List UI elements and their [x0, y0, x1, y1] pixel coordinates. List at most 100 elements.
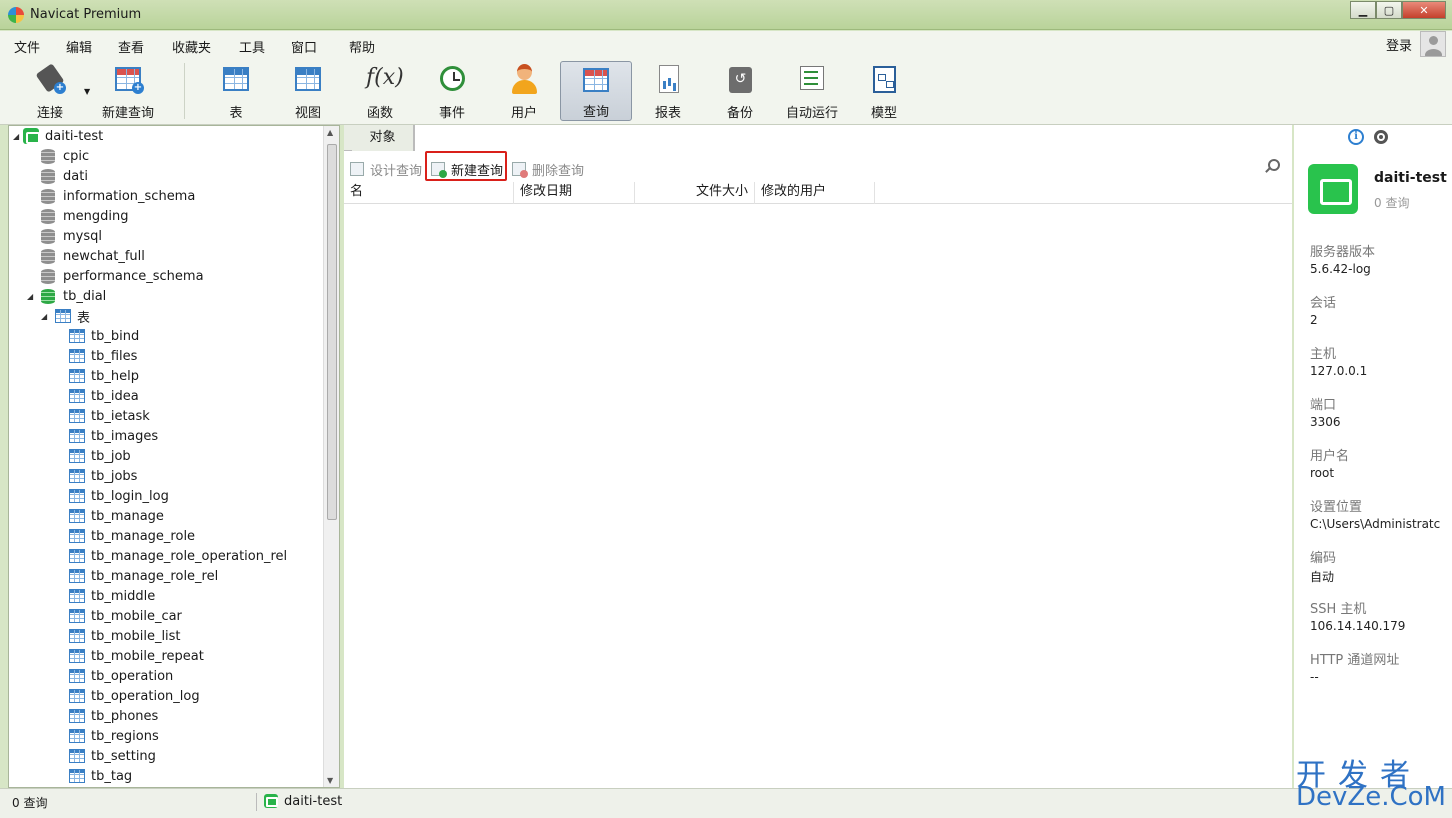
tree-table-item[interactable]: tb_manage_role_rel: [69, 566, 218, 586]
eye-icon[interactable]: [1374, 130, 1388, 144]
menu-help[interactable]: 帮助: [349, 37, 375, 56]
table-icon: [69, 369, 85, 383]
tree-table-item[interactable]: tb_job: [69, 446, 131, 466]
menu-favorites[interactable]: 收藏夹: [172, 37, 211, 56]
session-label: 会话: [1310, 296, 1337, 311]
view-button[interactable]: 视图: [272, 61, 344, 121]
model-button[interactable]: 模型: [848, 61, 920, 121]
avatar-icon[interactable]: [1420, 31, 1446, 57]
collapse-arrow-icon[interactable]: ◢: [27, 292, 41, 301]
delete-query-button[interactable]: 删除查询: [512, 159, 584, 179]
query-button[interactable]: 查询: [560, 61, 632, 121]
new-query-toolbar-button[interactable]: + 新建查询: [92, 61, 164, 121]
port-value: 3306: [1310, 415, 1341, 429]
tree-table-item[interactable]: tb_jobs: [69, 466, 137, 486]
collapse-arrow-icon[interactable]: ◢: [13, 132, 23, 141]
scroll-down-icon[interactable]: ▼: [327, 776, 333, 785]
database-icon: [41, 208, 55, 224]
menu-view[interactable]: 查看: [118, 37, 144, 56]
ssh-host-value: 106.14.140.179: [1310, 619, 1406, 633]
scroll-thumb[interactable]: [327, 144, 337, 520]
tree-table-item[interactable]: tb_images: [69, 426, 158, 446]
tree-table-item[interactable]: tb_operation: [69, 666, 173, 686]
session-value: 2: [1310, 313, 1318, 327]
auto-run-button[interactable]: 自动运行: [776, 61, 848, 121]
tree-table-item[interactable]: tb_files: [69, 346, 137, 366]
tree-database[interactable]: information_schema: [41, 186, 195, 206]
tree-table-item[interactable]: tb_manage_role_operation_rel: [69, 546, 287, 566]
table-icon: [69, 329, 85, 343]
menu-tools[interactable]: 工具: [239, 37, 265, 56]
connect-dropdown-icon[interactable]: ▼: [84, 87, 90, 96]
tree-table-item[interactable]: tb_regions: [69, 726, 159, 746]
tree-table-item[interactable]: tb_setting: [69, 746, 156, 766]
collapse-arrow-icon[interactable]: ◢: [41, 312, 55, 321]
report-button[interactable]: 报表: [632, 61, 704, 121]
table-icon: [69, 589, 85, 603]
database-icon: [41, 228, 55, 244]
tree-table-item[interactable]: tb_bind: [69, 326, 139, 346]
tab-objects[interactable]: 对象: [352, 125, 414, 151]
maximize-button[interactable]: ▢: [1376, 1, 1402, 19]
highlight-box: [425, 151, 507, 181]
tree-scrollbar[interactable]: ▲ ▼: [323, 126, 339, 787]
tree-database[interactable]: cpic: [41, 146, 89, 166]
tree-table-item[interactable]: tb_manage_role: [69, 526, 195, 546]
tree-table-item[interactable]: tb_mobile_repeat: [69, 646, 204, 666]
tree-database[interactable]: performance_schema: [41, 266, 204, 286]
tab-strip: 对象: [344, 125, 1292, 151]
backup-button[interactable]: ↺ 备份: [704, 61, 776, 121]
connect-button[interactable]: + 连接: [14, 61, 86, 121]
close-button[interactable]: ✕: [1402, 1, 1446, 19]
table-icon: [69, 689, 85, 703]
menu-file[interactable]: 文件: [14, 37, 40, 56]
tree-table-item[interactable]: tb_middle: [69, 586, 155, 606]
table-button[interactable]: 表: [200, 61, 272, 121]
col-name[interactable]: 名: [344, 182, 514, 204]
tree-table-item[interactable]: tb_tag: [69, 766, 132, 786]
tree-table-item[interactable]: tb_manage: [69, 506, 164, 526]
table-icon: [69, 549, 85, 563]
tree-tables-folder[interactable]: ◢ 表: [41, 306, 90, 326]
window-title: Navicat Premium: [30, 7, 142, 22]
host-value: 127.0.0.1: [1310, 364, 1368, 378]
tree-table-item[interactable]: tb_operation_log: [69, 686, 200, 706]
menu-window[interactable]: 窗口: [291, 37, 317, 56]
tree-table-item[interactable]: tb_help: [69, 366, 139, 386]
minimize-button[interactable]: ▁: [1350, 1, 1376, 19]
scroll-up-icon[interactable]: ▲: [327, 128, 333, 137]
tree-table-item[interactable]: tb_ietask: [69, 406, 150, 426]
table-icon: [69, 609, 85, 623]
view-icon: [292, 63, 324, 94]
table-icon: [69, 629, 85, 643]
tree-connection[interactable]: ◢ daiti-test: [13, 126, 103, 146]
connection-icon: [23, 128, 40, 144]
login-link[interactable]: 登录: [1386, 35, 1412, 54]
server-version-value: 5.6.42-log: [1310, 262, 1371, 276]
menu-edit[interactable]: 编辑: [66, 37, 92, 56]
tree-database[interactable]: dati: [41, 166, 88, 186]
search-icon[interactable]: [1268, 159, 1280, 171]
tree-database[interactable]: mengding: [41, 206, 129, 226]
tree-database-open[interactable]: ◢ tb_dial: [27, 286, 106, 306]
tree-database[interactable]: mysql: [41, 226, 102, 246]
tree-table-item[interactable]: tb_idea: [69, 386, 139, 406]
function-button[interactable]: f(x) 函数: [344, 61, 416, 121]
tree-table-item[interactable]: tb_phones: [69, 706, 158, 726]
tree-database[interactable]: newchat_full: [41, 246, 145, 266]
tree-table-item[interactable]: tb_login_log: [69, 486, 169, 506]
tree-table-item[interactable]: tb_mobile_list: [69, 626, 181, 646]
col-modified-date[interactable]: 修改日期: [514, 182, 635, 204]
tree-table-item[interactable]: tb_mobile_car: [69, 606, 182, 626]
user-button[interactable]: 用户: [488, 61, 560, 121]
database-icon: [41, 268, 55, 284]
event-button[interactable]: 事件: [416, 61, 488, 121]
design-query-button[interactable]: 设计查询: [350, 159, 422, 179]
new-query-icon: +: [112, 63, 144, 94]
col-modified-user[interactable]: 修改的用户: [755, 182, 875, 204]
info-icon[interactable]: i: [1348, 129, 1364, 145]
username-value: root: [1310, 466, 1335, 480]
col-file-size[interactable]: 文件大小: [635, 182, 755, 204]
table-icon: [69, 729, 85, 743]
query-count: 0 查询: [1374, 196, 1410, 210]
